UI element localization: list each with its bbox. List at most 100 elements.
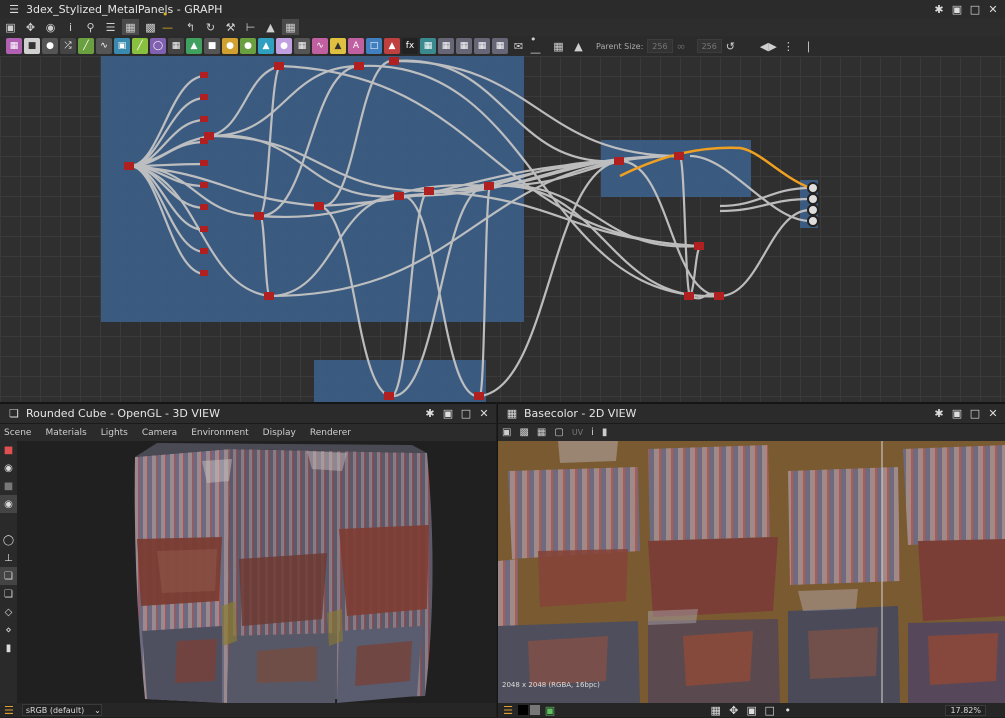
pixel-node-icon[interactable]: ▦ bbox=[420, 38, 436, 54]
histogram-icon[interactable]: ▮ bbox=[602, 427, 608, 438]
menu-display[interactable]: Display bbox=[263, 428, 296, 438]
normal-node-icon[interactable]: ● bbox=[222, 38, 238, 54]
gradient-node-icon[interactable]: ╱ bbox=[132, 38, 148, 54]
bake-icon[interactable]: ▲ bbox=[262, 19, 279, 35]
frame-node-icon[interactable]: □ bbox=[366, 38, 382, 54]
noise-node-icon[interactable]: ● bbox=[276, 38, 292, 54]
align-icon[interactable]: ▦ bbox=[122, 19, 139, 35]
layers-icon[interactable]: ☰ bbox=[500, 702, 516, 718]
output-icon[interactable]: ∣ bbox=[800, 38, 817, 54]
fill-node-icon[interactable]: ▲ bbox=[384, 38, 400, 54]
size-select-2[interactable]: 256 bbox=[696, 39, 722, 53]
export-icon[interactable]: ▣ bbox=[502, 427, 511, 438]
pin-icon[interactable]: ✱ bbox=[931, 406, 947, 422]
frame-all-icon[interactable]: ▣ bbox=[2, 19, 19, 35]
environment-icon[interactable]: ■ bbox=[0, 477, 17, 495]
height-node-icon[interactable]: ● bbox=[240, 38, 256, 54]
restore-icon[interactable]: ▣ bbox=[949, 406, 965, 422]
bitmap-node-icon[interactable]: ▦ bbox=[6, 38, 22, 54]
axis-icon[interactable]: ⊥ bbox=[0, 549, 17, 567]
graph2-node-icon[interactable]: ▦ bbox=[456, 38, 472, 54]
close-icon[interactable]: ✕ bbox=[985, 2, 1001, 18]
channel-icon[interactable]: ▢ bbox=[554, 427, 563, 438]
pattern-node-icon[interactable]: ▦ bbox=[294, 38, 310, 54]
ao-node-icon[interactable]: ■ bbox=[204, 38, 220, 54]
pin-tool-icon[interactable]: ▲ bbox=[570, 38, 587, 54]
full-view-icon[interactable]: □ bbox=[762, 702, 778, 718]
layers-icon[interactable]: ☰ bbox=[4, 704, 14, 717]
save-icon[interactable]: ▩ bbox=[519, 427, 528, 438]
menu-environment[interactable]: Environment bbox=[191, 428, 248, 438]
blend-node-icon[interactable]: ● bbox=[42, 38, 58, 54]
cube-mesh-icon[interactable]: ❏ bbox=[0, 567, 17, 585]
tree-icon[interactable]: ⊢ bbox=[242, 19, 259, 35]
dot-node-icon[interactable]: •— bbox=[530, 33, 547, 59]
text-node-icon[interactable]: A bbox=[348, 38, 364, 54]
menu-renderer[interactable]: Renderer bbox=[310, 428, 351, 438]
histogram-icon[interactable]: ▮ bbox=[0, 639, 17, 657]
video-icon[interactable]: ■ bbox=[0, 441, 17, 459]
2d-viewport[interactable]: 2048 x 2048 (RGBA, 16bpc) bbox=[498, 441, 1005, 705]
zoom-level[interactable]: 17.82% bbox=[945, 704, 986, 716]
colorspace-dropdown[interactable]: sRGB (default) ⌄ bbox=[21, 704, 102, 716]
light-bulb-icon[interactable]: ◉ bbox=[0, 459, 17, 477]
color-icon[interactable]: ▣ bbox=[542, 702, 558, 718]
maximize-icon[interactable]: □ bbox=[967, 2, 983, 18]
frame-tool-icon[interactable]: ▦ bbox=[550, 38, 567, 54]
tile-node-icon[interactable]: ▦ bbox=[168, 38, 184, 54]
pin-icon[interactable]: ✱ bbox=[931, 2, 947, 18]
levels-node-icon[interactable]: ╱ bbox=[78, 38, 94, 54]
triangle-node-icon[interactable]: ▲ bbox=[330, 38, 346, 54]
tangent-icon[interactable]: ⋄ bbox=[0, 621, 17, 639]
plane-mesh-icon[interactable]: ◇ bbox=[0, 603, 17, 621]
graph4-node-icon[interactable]: ▦ bbox=[492, 38, 508, 54]
camera-view-icon[interactable]: ◉ bbox=[0, 495, 17, 513]
graph-node-icon[interactable]: ▦ bbox=[438, 38, 454, 54]
warp-node-icon[interactable]: ◯ bbox=[150, 38, 166, 54]
node-graph[interactable] bbox=[0, 56, 1005, 402]
info-icon[interactable]: i bbox=[591, 427, 594, 438]
info-icon[interactable]: i bbox=[62, 19, 79, 35]
comment-icon[interactable]: ✉ bbox=[510, 38, 527, 54]
curve-node-icon[interactable]: ∿ bbox=[96, 38, 112, 54]
graph-canvas[interactable] bbox=[0, 56, 1005, 402]
chain-icon[interactable]: ∞ bbox=[673, 38, 690, 54]
black-bg-icon[interactable] bbox=[518, 705, 528, 715]
sphere-mesh-icon[interactable]: ◯ bbox=[0, 531, 17, 549]
search-icon[interactable]: ⚲ bbox=[82, 19, 99, 35]
parent-size-select[interactable]: 256 bbox=[647, 39, 673, 53]
refresh-icon[interactable]: ↻ bbox=[202, 19, 219, 35]
maximize-icon[interactable]: □ bbox=[458, 406, 474, 422]
camera-icon[interactable]: ◉ bbox=[42, 19, 59, 35]
pivot-icon[interactable]: ✥ bbox=[726, 702, 742, 718]
fx-map-node-icon[interactable]: fx bbox=[402, 38, 418, 54]
shuffle-node-icon[interactable]: ⤮ bbox=[60, 38, 76, 54]
3d-viewport[interactable] bbox=[17, 441, 496, 708]
link-icon[interactable]: •—• bbox=[162, 8, 179, 47]
close-icon[interactable]: ✕ bbox=[985, 406, 1001, 422]
gray-bg-icon[interactable] bbox=[530, 705, 540, 715]
grid-icon[interactable]: ▩ bbox=[142, 19, 159, 35]
maximize-icon[interactable]: □ bbox=[967, 406, 983, 422]
layout-icon[interactable]: ☰ bbox=[102, 19, 119, 35]
pin-icon[interactable]: ✱ bbox=[422, 406, 438, 422]
warp2-node-icon[interactable]: ∿ bbox=[312, 38, 328, 54]
uv-label[interactable]: UV bbox=[572, 428, 583, 437]
transform-node-icon[interactable]: ▣ bbox=[114, 38, 130, 54]
snap-grid-icon[interactable]: ▦ bbox=[282, 19, 299, 35]
connect-icon[interactable]: ↰ bbox=[182, 19, 199, 35]
box-mesh-icon[interactable]: ❏ bbox=[0, 585, 17, 603]
node-dependencies-icon[interactable]: ⋮ bbox=[780, 38, 797, 54]
grid-toggle-icon[interactable]: ▦ bbox=[708, 702, 724, 718]
shape-node-icon[interactable]: ▲ bbox=[186, 38, 202, 54]
menu-scene[interactable]: Scene bbox=[4, 428, 31, 438]
restore-icon[interactable]: ▣ bbox=[949, 2, 965, 18]
restore-icon[interactable]: ▣ bbox=[440, 406, 456, 422]
fit-view-icon[interactable]: ▣ bbox=[744, 702, 760, 718]
close-icon[interactable]: ✕ bbox=[476, 406, 492, 422]
fit-icon[interactable]: ✥ bbox=[22, 19, 39, 35]
menu-lights[interactable]: Lights bbox=[101, 428, 128, 438]
graph3-node-icon[interactable]: ▦ bbox=[474, 38, 490, 54]
light-node-icon[interactable]: ▲ bbox=[258, 38, 274, 54]
copy-icon[interactable]: ▦ bbox=[537, 427, 546, 438]
